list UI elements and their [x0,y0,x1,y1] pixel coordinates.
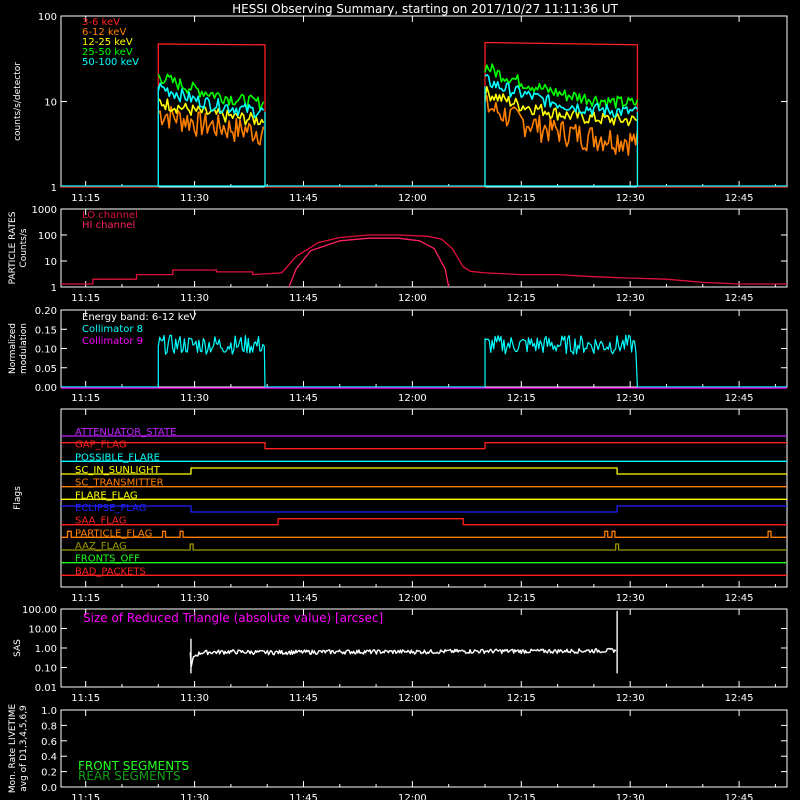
y-tick-label: 100 [38,12,57,23]
y-tick-label: 0.05 [35,364,57,375]
x-tick-label: 12:45 [725,593,754,604]
legend-entry-1: Collimator 9 [82,336,143,347]
page-title: HESSI Observing Summary, starting on 201… [232,2,618,16]
flag-label-3: SC_IN_SUNLIGHT [75,465,161,476]
x-tick-label: 11:30 [180,593,209,604]
x-tick-label: 12:45 [725,193,754,204]
y-axis-label: Normalized [8,323,18,374]
flag-label-5: FLARE_FLAG [75,490,138,501]
x-tick-label: 11:15 [71,693,100,704]
y-axis-label: PARTICLE RATES [8,211,18,284]
x-tick-label: 12:45 [725,793,754,800]
y-tick-label: 1 [51,183,57,194]
x-tick-label: 12:00 [398,193,427,204]
y-axis-label: counts/s/detector [13,62,23,141]
x-tick-label: 11:15 [71,393,100,404]
flag-label-2: POSSIBLE_FLARE [75,452,160,463]
flag-label-1: GAP_FLAG [75,440,127,451]
legend-entry-0: Collimator 8 [82,324,143,335]
x-tick-label: 12:30 [616,293,645,304]
x-tick-label: 11:15 [71,793,100,800]
y-axis-label: Counts/s [19,228,29,267]
x-tick-label: 12:15 [507,693,536,704]
y-axis-label: Mon. Rate LIVETIME [8,704,18,794]
legend-entry-1: REAR SEGMENTS [78,769,181,783]
y-tick-label: 0.0 [41,783,57,794]
x-tick-label: 12:00 [398,593,427,604]
y-tick-label: 1000 [32,205,57,216]
x-tick-label: 12:45 [725,693,754,704]
legend-entry-4: 50-100 keV [82,57,139,68]
y-tick-label: 0.4 [41,752,57,763]
flag-label-11: BAD_PACKETS [75,566,146,577]
y-axis-label: avg of D1,3,4,5,6,9 [19,705,29,792]
panel-title: Size of Reduced Triangle (absolute value… [83,611,383,625]
x-tick-label: 12:00 [398,793,427,800]
x-tick-label: 12:45 [725,293,754,304]
x-tick-label: 12:15 [507,393,536,404]
x-tick-label: 11:45 [289,693,318,704]
x-tick-label: 11:15 [71,593,100,604]
observing-summary-chart: HESSI Observing Summary, starting on 201… [0,0,800,800]
x-tick-label: 12:30 [616,793,645,800]
x-tick-label: 11:45 [289,793,318,800]
x-tick-label: 11:45 [289,393,318,404]
x-tick-label: 12:30 [616,593,645,604]
x-tick-label: 12:00 [398,293,427,304]
flag-label-4: SC_TRANSMITTER [75,478,164,489]
x-tick-label: 12:00 [398,693,427,704]
flag-label-0: ATTENUATOR_STATE [75,427,176,438]
x-tick-label: 11:30 [180,193,209,204]
x-tick-label: 11:45 [289,293,318,304]
x-tick-label: 11:15 [71,293,100,304]
flag-label-6: ECLIPSE_FLAG [75,503,146,514]
y-tick-label: 0.15 [35,325,57,336]
flag-label-8: PARTICLE_FLAG [75,528,152,539]
y-tick-label: 1 [51,283,57,294]
x-tick-label: 12:30 [616,193,645,204]
y-tick-label: 0.2 [41,768,57,779]
y-axis-label: SAS [13,639,23,657]
legend-title: Energy band: 6-12 keV [82,312,196,323]
y-tick-label: 10 [44,98,57,109]
x-tick-label: 12:15 [507,793,536,800]
x-tick-label: 12:15 [507,293,536,304]
y-tick-label: 0.10 [35,345,57,356]
x-tick-label: 12:15 [507,593,536,604]
x-tick-label: 11:30 [180,293,209,304]
y-tick-label: 0.10 [35,664,57,675]
y-axis-label: Flags [13,486,23,510]
y-tick-label: 10 [44,257,57,268]
y-tick-label: 0.8 [41,721,57,732]
y-tick-label: 0.00 [35,383,57,394]
flag-label-7: SAA_FLAG [75,516,126,527]
x-tick-label: 11:15 [71,193,100,204]
x-tick-label: 12:30 [616,393,645,404]
x-tick-label: 12:15 [507,193,536,204]
x-tick-label: 12:45 [725,393,754,404]
x-tick-label: 12:00 [398,393,427,404]
x-tick-label: 11:30 [180,393,209,404]
x-tick-label: 11:45 [289,193,318,204]
y-tick-label: 100 [38,231,57,242]
y-tick-label: 100.00 [22,605,57,616]
legend-entry-1: HI channel [82,220,135,231]
y-tick-label: 1.00 [35,644,57,655]
y-axis-label: modulation [19,323,29,374]
x-tick-label: 12:30 [616,693,645,704]
y-tick-label: 1.0 [41,706,57,717]
x-tick-label: 11:45 [289,593,318,604]
y-tick-label: 10.00 [28,625,57,636]
flag-label-9: AAZ_FLAG [75,541,127,552]
y-tick-label: 0.01 [35,683,57,694]
x-tick-label: 11:30 [180,693,209,704]
x-tick-label: 11:30 [180,793,209,800]
flag-label-10: FRONTS_OFF [75,554,140,565]
y-tick-label: 0.6 [41,737,57,748]
y-tick-label: 0.20 [35,306,57,317]
